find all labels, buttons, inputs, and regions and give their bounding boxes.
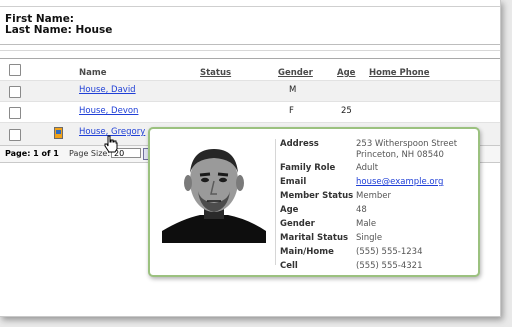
address-line1: 253 Witherspoon Street xyxy=(356,139,458,149)
address-line2: Princeton, NH 08540 xyxy=(356,150,444,160)
person-photo xyxy=(162,139,266,243)
top-divider xyxy=(0,6,500,7)
last-name-line: Last Name: House xyxy=(5,24,112,36)
hand-pointer-icon xyxy=(104,135,118,153)
page-info: Page: 1 of 1 xyxy=(5,149,59,158)
last-name-value: House xyxy=(75,24,113,36)
last-name-label: Last Name: xyxy=(5,24,72,36)
cell-label: Cell xyxy=(280,261,298,271)
row-checkbox[interactable] xyxy=(9,86,21,98)
gender-value: Male xyxy=(356,219,377,229)
column-header-status[interactable]: Status xyxy=(200,68,231,78)
column-header-age[interactable]: Age xyxy=(337,68,355,78)
marital-status-label: Marital Status xyxy=(280,233,349,243)
table-row: House, David M xyxy=(0,80,500,102)
family-role-label: Family Role xyxy=(280,163,336,173)
person-link[interactable]: House, Devon xyxy=(79,106,138,116)
age-value: 48 xyxy=(356,205,367,215)
row-checkbox[interactable] xyxy=(9,107,21,119)
family-role-value: Adult xyxy=(356,163,379,173)
table-row: House, Devon F 25 xyxy=(0,101,500,123)
column-header-name[interactable]: Name xyxy=(79,68,106,78)
section-divider-2 xyxy=(0,50,500,51)
gender-label: Gender xyxy=(280,219,315,229)
email-link[interactable]: house@example.org xyxy=(356,177,443,188)
main-home-label: Main/Home xyxy=(280,247,334,257)
age-label: Age xyxy=(280,205,299,215)
marital-status-value: Single xyxy=(356,233,383,243)
main-home-value: (555) 555-1234 xyxy=(356,247,423,257)
column-header-home-phone[interactable]: Home Phone xyxy=(369,68,429,78)
age-cell: 25 xyxy=(341,106,352,116)
email-label: Email xyxy=(280,177,307,187)
column-header-gender[interactable]: Gender xyxy=(278,68,313,78)
section-divider xyxy=(0,44,500,45)
row-checkbox[interactable] xyxy=(9,129,21,141)
grid-top-border xyxy=(0,58,500,59)
cell-value: (555) 555-4321 xyxy=(356,261,423,271)
person-link[interactable]: House, David xyxy=(79,85,136,95)
gender-cell: M xyxy=(289,85,297,95)
address-label: Address xyxy=(280,139,319,149)
person-detail-popup: Address 253 Witherspoon Street Princeton… xyxy=(148,127,480,277)
popup-divider xyxy=(275,139,276,265)
member-status-label: Member Status xyxy=(280,191,354,201)
select-all-checkbox[interactable] xyxy=(9,64,21,76)
person-search-panel: First Name: Last Name: House Name Status… xyxy=(0,0,501,317)
member-status-value: Member xyxy=(356,191,391,201)
gender-cell: F xyxy=(289,106,294,116)
person-card-icon[interactable] xyxy=(54,127,63,139)
